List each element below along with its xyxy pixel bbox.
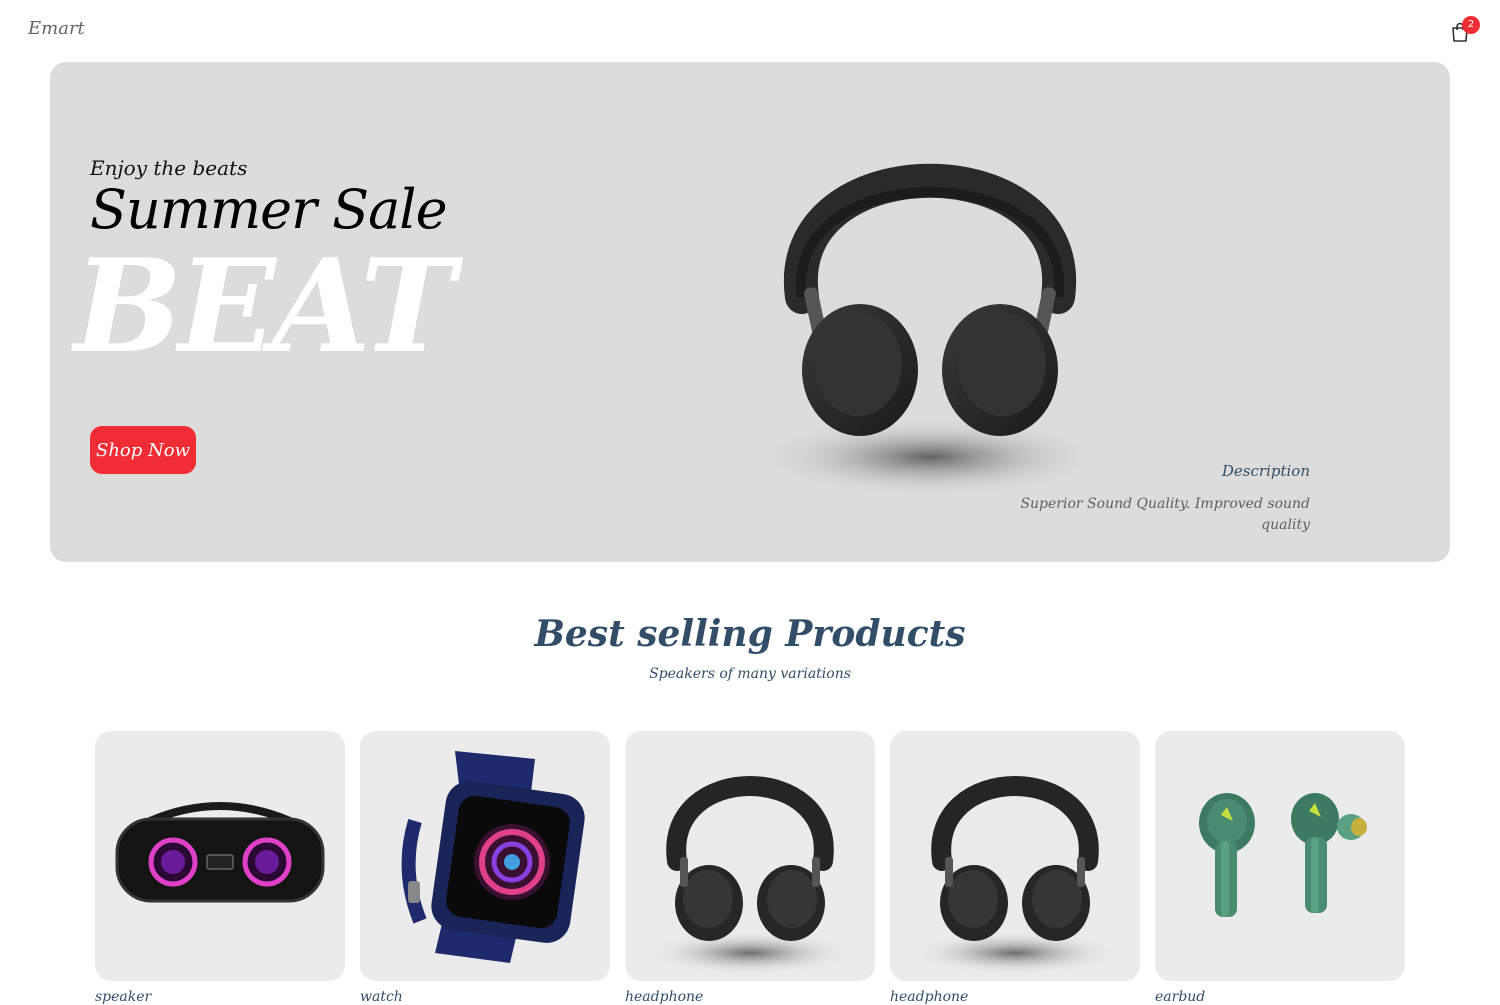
product-list: speaker watch headphone headphone earbud bbox=[95, 731, 1405, 1005]
headphones-image bbox=[910, 776, 1120, 975]
hero-small-text: Enjoy the beats bbox=[90, 156, 248, 180]
hero-banner: Enjoy the beats Summer Sale BEAT Shop No… bbox=[50, 62, 1450, 562]
cart-count-badge: 2 bbox=[1462, 16, 1480, 34]
watch-image bbox=[401, 751, 585, 963]
product-name: watch bbox=[360, 989, 403, 1005]
description-title[interactable]: Description bbox=[1010, 462, 1310, 480]
cart-button[interactable]: 2 bbox=[1448, 16, 1480, 44]
shop-now-button[interactable]: Shop Now bbox=[90, 426, 196, 474]
hero-large-text: BEAT bbox=[74, 232, 455, 382]
product-card-headphone[interactable]: headphone bbox=[890, 731, 1140, 1005]
product-image[interactable] bbox=[95, 731, 345, 981]
product-image[interactable] bbox=[1155, 731, 1405, 981]
product-card-speaker[interactable]: speaker bbox=[95, 731, 345, 1005]
hero-description: Description Superior Sound Quality. Impr… bbox=[1010, 462, 1310, 536]
product-card-watch[interactable]: watch bbox=[360, 731, 610, 1005]
product-name: speaker bbox=[95, 989, 152, 1005]
product-image[interactable] bbox=[360, 731, 610, 981]
hero-headphones-image bbox=[755, 163, 1105, 497]
products-heading: Best selling Products Speakers of many v… bbox=[0, 608, 1500, 682]
product-image[interactable] bbox=[890, 731, 1140, 981]
section-title: Best selling Products bbox=[534, 613, 966, 655]
navbar: Emart 2 bbox=[0, 0, 1500, 60]
section-subtitle: Speakers of many variations bbox=[649, 666, 851, 682]
product-card-headphone[interactable]: headphone bbox=[625, 731, 875, 1005]
headphones-image bbox=[645, 776, 855, 975]
product-name: headphone bbox=[890, 989, 969, 1005]
logo[interactable]: Emart bbox=[28, 18, 85, 39]
product-image[interactable] bbox=[625, 731, 875, 981]
product-name: earbud bbox=[1155, 989, 1206, 1005]
speaker-image bbox=[115, 802, 325, 903]
description-text: Superior Sound Quality. Improved sound q… bbox=[1020, 496, 1310, 533]
earbuds-image bbox=[1199, 793, 1367, 917]
product-card-earbud[interactable]: earbud bbox=[1155, 731, 1405, 1005]
product-name: headphone bbox=[625, 989, 704, 1005]
